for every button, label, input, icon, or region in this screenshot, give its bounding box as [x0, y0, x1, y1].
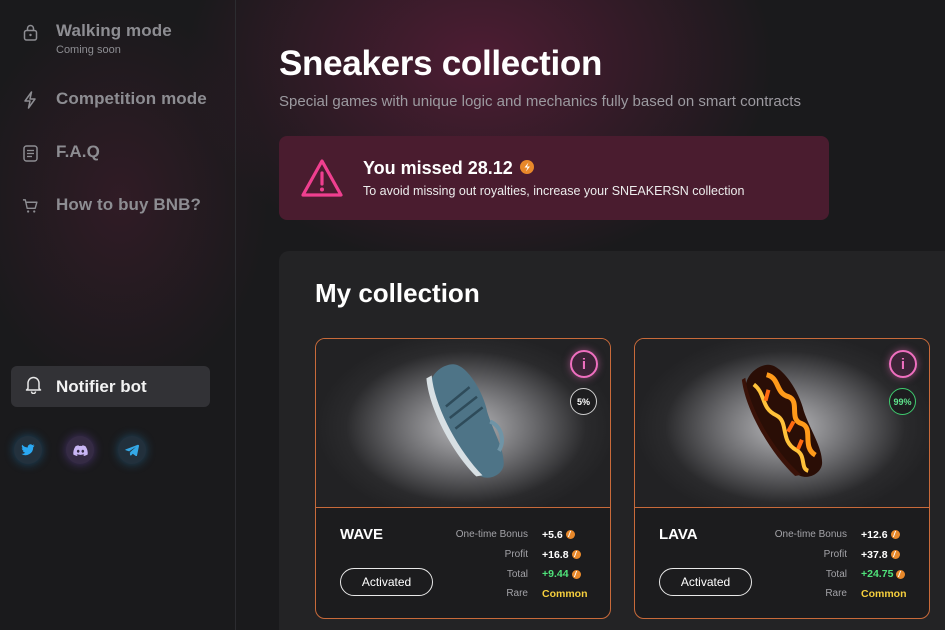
stat-value: +12.6 [861, 529, 900, 541]
progress-badge: 5% [570, 388, 597, 415]
warning-icon [300, 158, 344, 203]
stat-row-rare: Rare Common [450, 584, 600, 604]
profit-value: +16.8 [542, 548, 569, 561]
sneaker-stats: One-time Bonus +5.6 Profit +16.8 Total +… [450, 525, 600, 604]
progress-badge: 99% [889, 388, 916, 415]
rarity-value: Common [542, 587, 588, 600]
sidebar: Walking mode Coming soon Competition mod… [0, 0, 236, 630]
coin-icon [571, 569, 581, 579]
stat-label: Rare [825, 588, 847, 600]
stat-row-bonus: One-time Bonus +12.6 [769, 525, 919, 545]
sidebar-item-competition-mode[interactable]: Competition mode [22, 89, 207, 109]
document-icon [22, 144, 38, 162]
stat-value: +16.8 [542, 549, 581, 561]
sidebar-item-faq[interactable]: F.A.Q [22, 142, 100, 162]
coming-soon-label: Coming soon [56, 44, 121, 56]
sneaker-name: LAVA [659, 526, 698, 543]
social-links [14, 436, 146, 464]
lightning-icon [22, 91, 38, 109]
coin-icon [571, 550, 581, 560]
coin-icon [896, 569, 906, 579]
bonus-value: +5.6 [542, 528, 563, 541]
sneaker-image-lava: i 99% [635, 339, 929, 508]
stat-row-total: Total +24.75 [769, 564, 919, 584]
sidebar-item-how-to-buy-bnb[interactable]: How to buy BNB? [22, 195, 201, 215]
stat-value: +5.6 [542, 529, 575, 541]
alert-title-text: You missed 28.12 [363, 158, 513, 178]
telegram-icon[interactable] [118, 436, 146, 464]
total-value: +9.44 [542, 568, 569, 581]
page-subtitle: Special games with unique logic and mech… [279, 93, 801, 110]
info-icon[interactable]: i [570, 350, 598, 378]
activated-button[interactable]: Activated [340, 568, 433, 596]
stat-value: +37.8 [861, 549, 900, 561]
stat-value: +24.75 [861, 568, 906, 581]
missed-royalties-alert: You missed 28.12 To avoid missing out ro… [279, 136, 829, 220]
coin-icon [890, 550, 900, 560]
notifier-bot-button[interactable]: Notifier bot [11, 366, 210, 407]
sidebar-item-label: F.A.Q [56, 142, 100, 161]
collection-title: My collection [315, 278, 480, 308]
stat-label: Total [506, 568, 528, 580]
sneaker-stats: One-time Bonus +12.6 Profit +37.8 Total … [769, 525, 919, 604]
stat-label: Rare [506, 588, 528, 600]
stat-value: +9.44 [542, 568, 581, 580]
profit-value: +37.8 [861, 548, 888, 561]
bell-icon [25, 375, 42, 399]
stat-label: One-time Bonus [774, 529, 847, 541]
bonus-value: +12.6 [861, 528, 888, 541]
stat-label: Total [825, 568, 847, 580]
sneaker-card-wave[interactable]: i 5% WAVE Activated One-time Bonus +5.6 … [315, 338, 611, 619]
activated-button[interactable]: Activated [659, 568, 752, 596]
stat-label: One-time Bonus [455, 529, 528, 541]
sneaker-name: WAVE [340, 526, 384, 543]
coin-icon [519, 158, 534, 179]
stat-row-profit: Profit +16.8 [450, 545, 600, 565]
lock-icon [22, 23, 38, 41]
stat-label: Profit [504, 549, 528, 561]
rarity-value: Common [861, 587, 907, 600]
stat-label: Profit [823, 549, 847, 561]
notifier-bot-label: Notifier bot [56, 376, 147, 396]
alert-title: You missed 28.12 [363, 158, 534, 179]
stat-row-total: Total +9.44 [450, 564, 600, 584]
coin-icon [565, 530, 575, 540]
coin-icon [890, 530, 900, 540]
stat-row-bonus: One-time Bonus +5.6 [450, 525, 600, 545]
sidebar-item-label: How to buy BNB? [56, 195, 202, 214]
cart-icon [22, 197, 38, 215]
stat-row-profit: Profit +37.8 [769, 545, 919, 565]
discord-icon[interactable] [66, 436, 94, 464]
total-value: +24.75 [861, 568, 894, 581]
alert-message: To avoid missing out royalties, increase… [363, 184, 745, 198]
twitter-icon[interactable] [14, 436, 42, 464]
sneaker-card-lava[interactable]: i 99% LAVA Activated One-time Bonus +12.… [634, 338, 930, 619]
sneaker-image-wave: i 5% [316, 339, 610, 508]
my-collection-panel: My collection i 5% WAVE Activated One-ti… [279, 251, 945, 630]
page-title: Sneakers collection [279, 44, 603, 83]
sidebar-item-label: Walking mode [56, 21, 172, 40]
sidebar-item-walking-mode[interactable]: Walking mode Coming soon [22, 21, 172, 56]
info-icon[interactable]: i [889, 350, 917, 378]
sidebar-item-label: Competition mode [56, 89, 207, 108]
stat-row-rare: Rare Common [769, 584, 919, 604]
